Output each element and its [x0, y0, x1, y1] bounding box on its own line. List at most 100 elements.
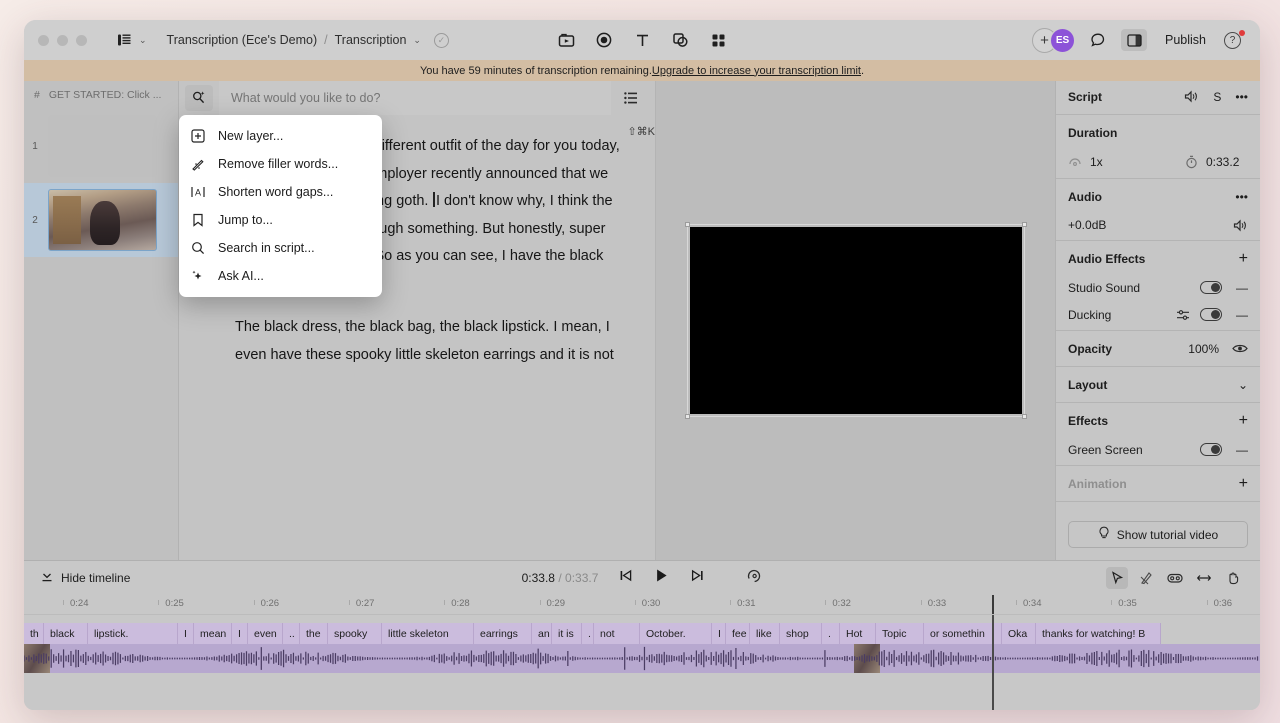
- scene-thumbnail[interactable]: [48, 115, 157, 177]
- word-clip[interactable]: not: [594, 623, 640, 644]
- clip-tool-icon[interactable]: [1164, 567, 1186, 589]
- word-clip[interactable]: lipstick.: [88, 623, 178, 644]
- add-effect-button[interactable]: +: [1239, 412, 1248, 430]
- timeline-tracks[interactable]: th black lipstick. Imean Ieven.. the spooky lit…: [24, 615, 1260, 710]
- add-audio-effect-button[interactable]: +: [1239, 250, 1248, 268]
- layers-menu-icon[interactable]: [111, 28, 137, 52]
- script-paragraph[interactable]: The black dress, the black bag, the blac…: [235, 314, 625, 369]
- scene-thumbnail[interactable]: [48, 189, 157, 251]
- resize-handle[interactable]: [684, 222, 690, 227]
- resize-tool-icon[interactable]: [1193, 567, 1215, 589]
- menu-item-new-layer[interactable]: New layer...: [179, 122, 382, 150]
- command-input[interactable]: [231, 91, 599, 105]
- show-tutorial-video-button[interactable]: Show tutorial video: [1068, 521, 1248, 548]
- menu-item-search-in-script[interactable]: Search in script...: [179, 234, 382, 262]
- word-clip[interactable]: fee: [726, 623, 750, 644]
- script-more-button[interactable]: •••: [1235, 90, 1248, 104]
- timeline-ruler[interactable]: 0:24 0:25 0:26 0:27 0:28 0:29 0:30 0:31 0:32 0:33…: [24, 595, 1260, 615]
- close-button[interactable]: [38, 34, 49, 46]
- resize-handle[interactable]: [684, 414, 690, 419]
- word-clip[interactable]: like: [750, 623, 780, 644]
- maximize-button[interactable]: [76, 34, 87, 46]
- skip-back-icon[interactable]: [618, 569, 632, 587]
- play-icon[interactable]: [654, 568, 668, 588]
- record-icon[interactable]: [590, 27, 618, 53]
- word-clip[interactable]: October.: [640, 623, 712, 644]
- grid-icon[interactable]: [704, 27, 732, 53]
- hide-timeline-button[interactable]: Hide timeline: [40, 570, 130, 586]
- right-panel-icon[interactable]: [1121, 29, 1147, 51]
- list-view-icon[interactable]: [617, 85, 645, 111]
- media-icon[interactable]: [552, 27, 580, 53]
- shapes-icon[interactable]: [666, 27, 694, 53]
- word-clip[interactable]: an: [532, 623, 552, 644]
- remove-effect-button[interactable]: —: [1236, 308, 1248, 322]
- word-clip[interactable]: .: [582, 623, 594, 644]
- loop-icon[interactable]: [746, 569, 762, 588]
- word-clip[interactable]: even: [248, 623, 283, 644]
- help-button[interactable]: ?: [1224, 29, 1246, 51]
- duration-value[interactable]: 0:33.2: [1206, 155, 1248, 169]
- command-bar[interactable]: [219, 81, 611, 115]
- solo-button[interactable]: S: [1213, 90, 1221, 104]
- menu-item-shorten-word-gaps[interactable]: A Shorten word gaps...: [179, 178, 382, 206]
- word-clip[interactable]: I: [232, 623, 248, 644]
- avatar[interactable]: ES: [1050, 27, 1075, 53]
- speaker-icon[interactable]: [1184, 90, 1199, 103]
- select-tool-icon[interactable]: [1106, 567, 1128, 589]
- word-track[interactable]: th black lipstick. Imean Ieven.. the spooky lit…: [24, 623, 1260, 644]
- word-clip[interactable]: I: [178, 623, 194, 644]
- menu-item-jump-to[interactable]: Jump to...: [179, 206, 382, 234]
- inspector-section-layout[interactable]: Layout ⌄: [1056, 369, 1260, 400]
- text-icon[interactable]: [628, 27, 656, 53]
- word-clip[interactable]: thanks for watching! B: [1036, 623, 1161, 644]
- breadcrumb-sequence[interactable]: Transcription: [335, 33, 407, 47]
- ducking-toggle[interactable]: [1200, 308, 1222, 321]
- word-clip[interactable]: I: [712, 623, 726, 644]
- add-animation-button[interactable]: +: [1239, 475, 1248, 493]
- video-preview[interactable]: [655, 81, 1055, 560]
- menu-item-ask-ai[interactable]: Ask AI...: [179, 262, 382, 290]
- word-clip[interactable]: mean: [194, 623, 232, 644]
- remove-effect-button[interactable]: —: [1236, 281, 1248, 295]
- word-clip[interactable]: shop: [780, 623, 822, 644]
- magic-wand-icon[interactable]: [185, 85, 213, 111]
- audio-track[interactable]: [24, 644, 1260, 673]
- chevron-down-icon[interactable]: ⌄: [1238, 378, 1248, 392]
- command-menu[interactable]: New layer... Remove filler words... A Sh…: [179, 115, 382, 297]
- playhead-marker[interactable]: [992, 595, 994, 614]
- speed-value[interactable]: 1x: [1090, 155, 1103, 169]
- word-clip[interactable]: ..: [283, 623, 300, 644]
- resize-handle[interactable]: [1021, 414, 1027, 419]
- blade-tool-icon[interactable]: [1135, 567, 1157, 589]
- sliders-icon[interactable]: [1176, 309, 1190, 321]
- sequence-chevron-down-icon[interactable]: ⌄: [413, 35, 421, 46]
- audio-gain-value[interactable]: +0.0dB: [1068, 218, 1106, 232]
- word-clip[interactable]: Hot: [840, 623, 876, 644]
- word-clip[interactable]: th: [24, 623, 44, 644]
- publish-button[interactable]: Publish: [1157, 30, 1214, 50]
- eye-icon[interactable]: [1232, 343, 1248, 354]
- opacity-value[interactable]: 100%: [1188, 342, 1219, 356]
- word-clip[interactable]: it is: [552, 623, 582, 644]
- word-clip[interactable]: Oka: [1002, 623, 1036, 644]
- studio-sound-toggle[interactable]: [1200, 281, 1222, 294]
- skip-forward-icon[interactable]: [690, 569, 704, 587]
- green-screen-toggle[interactable]: [1200, 443, 1222, 456]
- word-clip[interactable]: earrings: [474, 623, 532, 644]
- word-clip[interactable]: little skeleton: [382, 623, 474, 644]
- upgrade-link[interactable]: Upgrade to increase your transcription l…: [652, 65, 861, 77]
- playhead[interactable]: [992, 615, 994, 710]
- minimize-button[interactable]: [57, 34, 68, 46]
- window-controls[interactable]: [38, 34, 87, 46]
- audio-more-button[interactable]: •••: [1235, 190, 1248, 204]
- menu-chevron-down-icon[interactable]: ⌄: [139, 35, 147, 46]
- list-item[interactable]: 2: [24, 183, 178, 257]
- word-clip[interactable]: or somethin: [924, 623, 1002, 644]
- breadcrumb-project[interactable]: Transcription (Ece's Demo): [167, 33, 318, 47]
- resize-handle[interactable]: [1021, 222, 1027, 227]
- word-clip[interactable]: spooky: [328, 623, 382, 644]
- word-clip[interactable]: Topic: [876, 623, 924, 644]
- video-canvas[interactable]: [684, 222, 1027, 419]
- word-clip[interactable]: the: [300, 623, 328, 644]
